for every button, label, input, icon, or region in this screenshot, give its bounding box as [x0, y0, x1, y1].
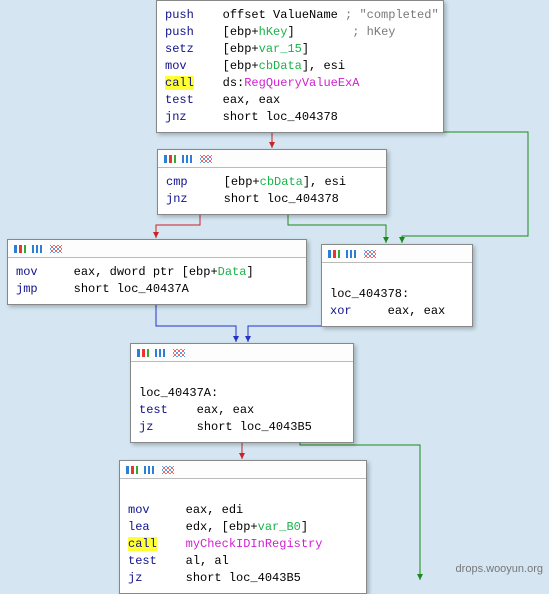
- disasm-block-cmp: cmp [ebp+cbData], esi jnz short loc_4043…: [157, 149, 387, 215]
- node-titlebar: [120, 461, 366, 479]
- graph-view-icon: [328, 250, 340, 258]
- node-titlebar: [322, 245, 472, 263]
- code-body: loc_40437A: test eax, eax jz short loc_4…: [131, 362, 353, 442]
- node-titlebar: [8, 240, 306, 258]
- disasm-block-check: mov eax, edi lea edx, [ebp+var_B0] call …: [119, 460, 367, 594]
- dots-icon: [162, 466, 174, 474]
- watermark: drops.wooyun.org: [456, 563, 543, 575]
- node-titlebar: [158, 150, 386, 168]
- dots-icon: [50, 245, 62, 253]
- node-titlebar: [131, 344, 353, 362]
- dots-icon: [173, 349, 185, 357]
- tag-icon: [182, 155, 194, 163]
- code-body: push offset ValueName ; "completed" push…: [157, 1, 443, 132]
- dots-icon: [364, 250, 376, 258]
- dots-icon: [200, 155, 212, 163]
- disasm-block-loc404378: loc_404378: xor eax, eax: [321, 244, 473, 327]
- code-body: cmp [ebp+cbData], esi jnz short loc_4043…: [158, 168, 386, 214]
- tag-icon: [32, 245, 44, 253]
- code-body: mov eax, edi lea edx, [ebp+var_B0] call …: [120, 479, 366, 593]
- graph-view-icon: [164, 155, 176, 163]
- disasm-block-loc40437A: loc_40437A: test eax, eax jz short loc_4…: [130, 343, 354, 443]
- graph-view-icon: [14, 245, 26, 253]
- code-body: mov eax, dword ptr [ebp+Data] jmp short …: [8, 258, 306, 304]
- tag-icon: [144, 466, 156, 474]
- code-body: loc_404378: xor eax, eax: [322, 263, 472, 326]
- graph-view-icon: [137, 349, 149, 357]
- disasm-block-mov: mov eax, dword ptr [ebp+Data] jmp short …: [7, 239, 307, 305]
- tag-icon: [346, 250, 358, 258]
- tag-icon: [155, 349, 167, 357]
- disasm-block-entry: push offset ValueName ; "completed" push…: [156, 0, 444, 133]
- graph-view-icon: [126, 466, 138, 474]
